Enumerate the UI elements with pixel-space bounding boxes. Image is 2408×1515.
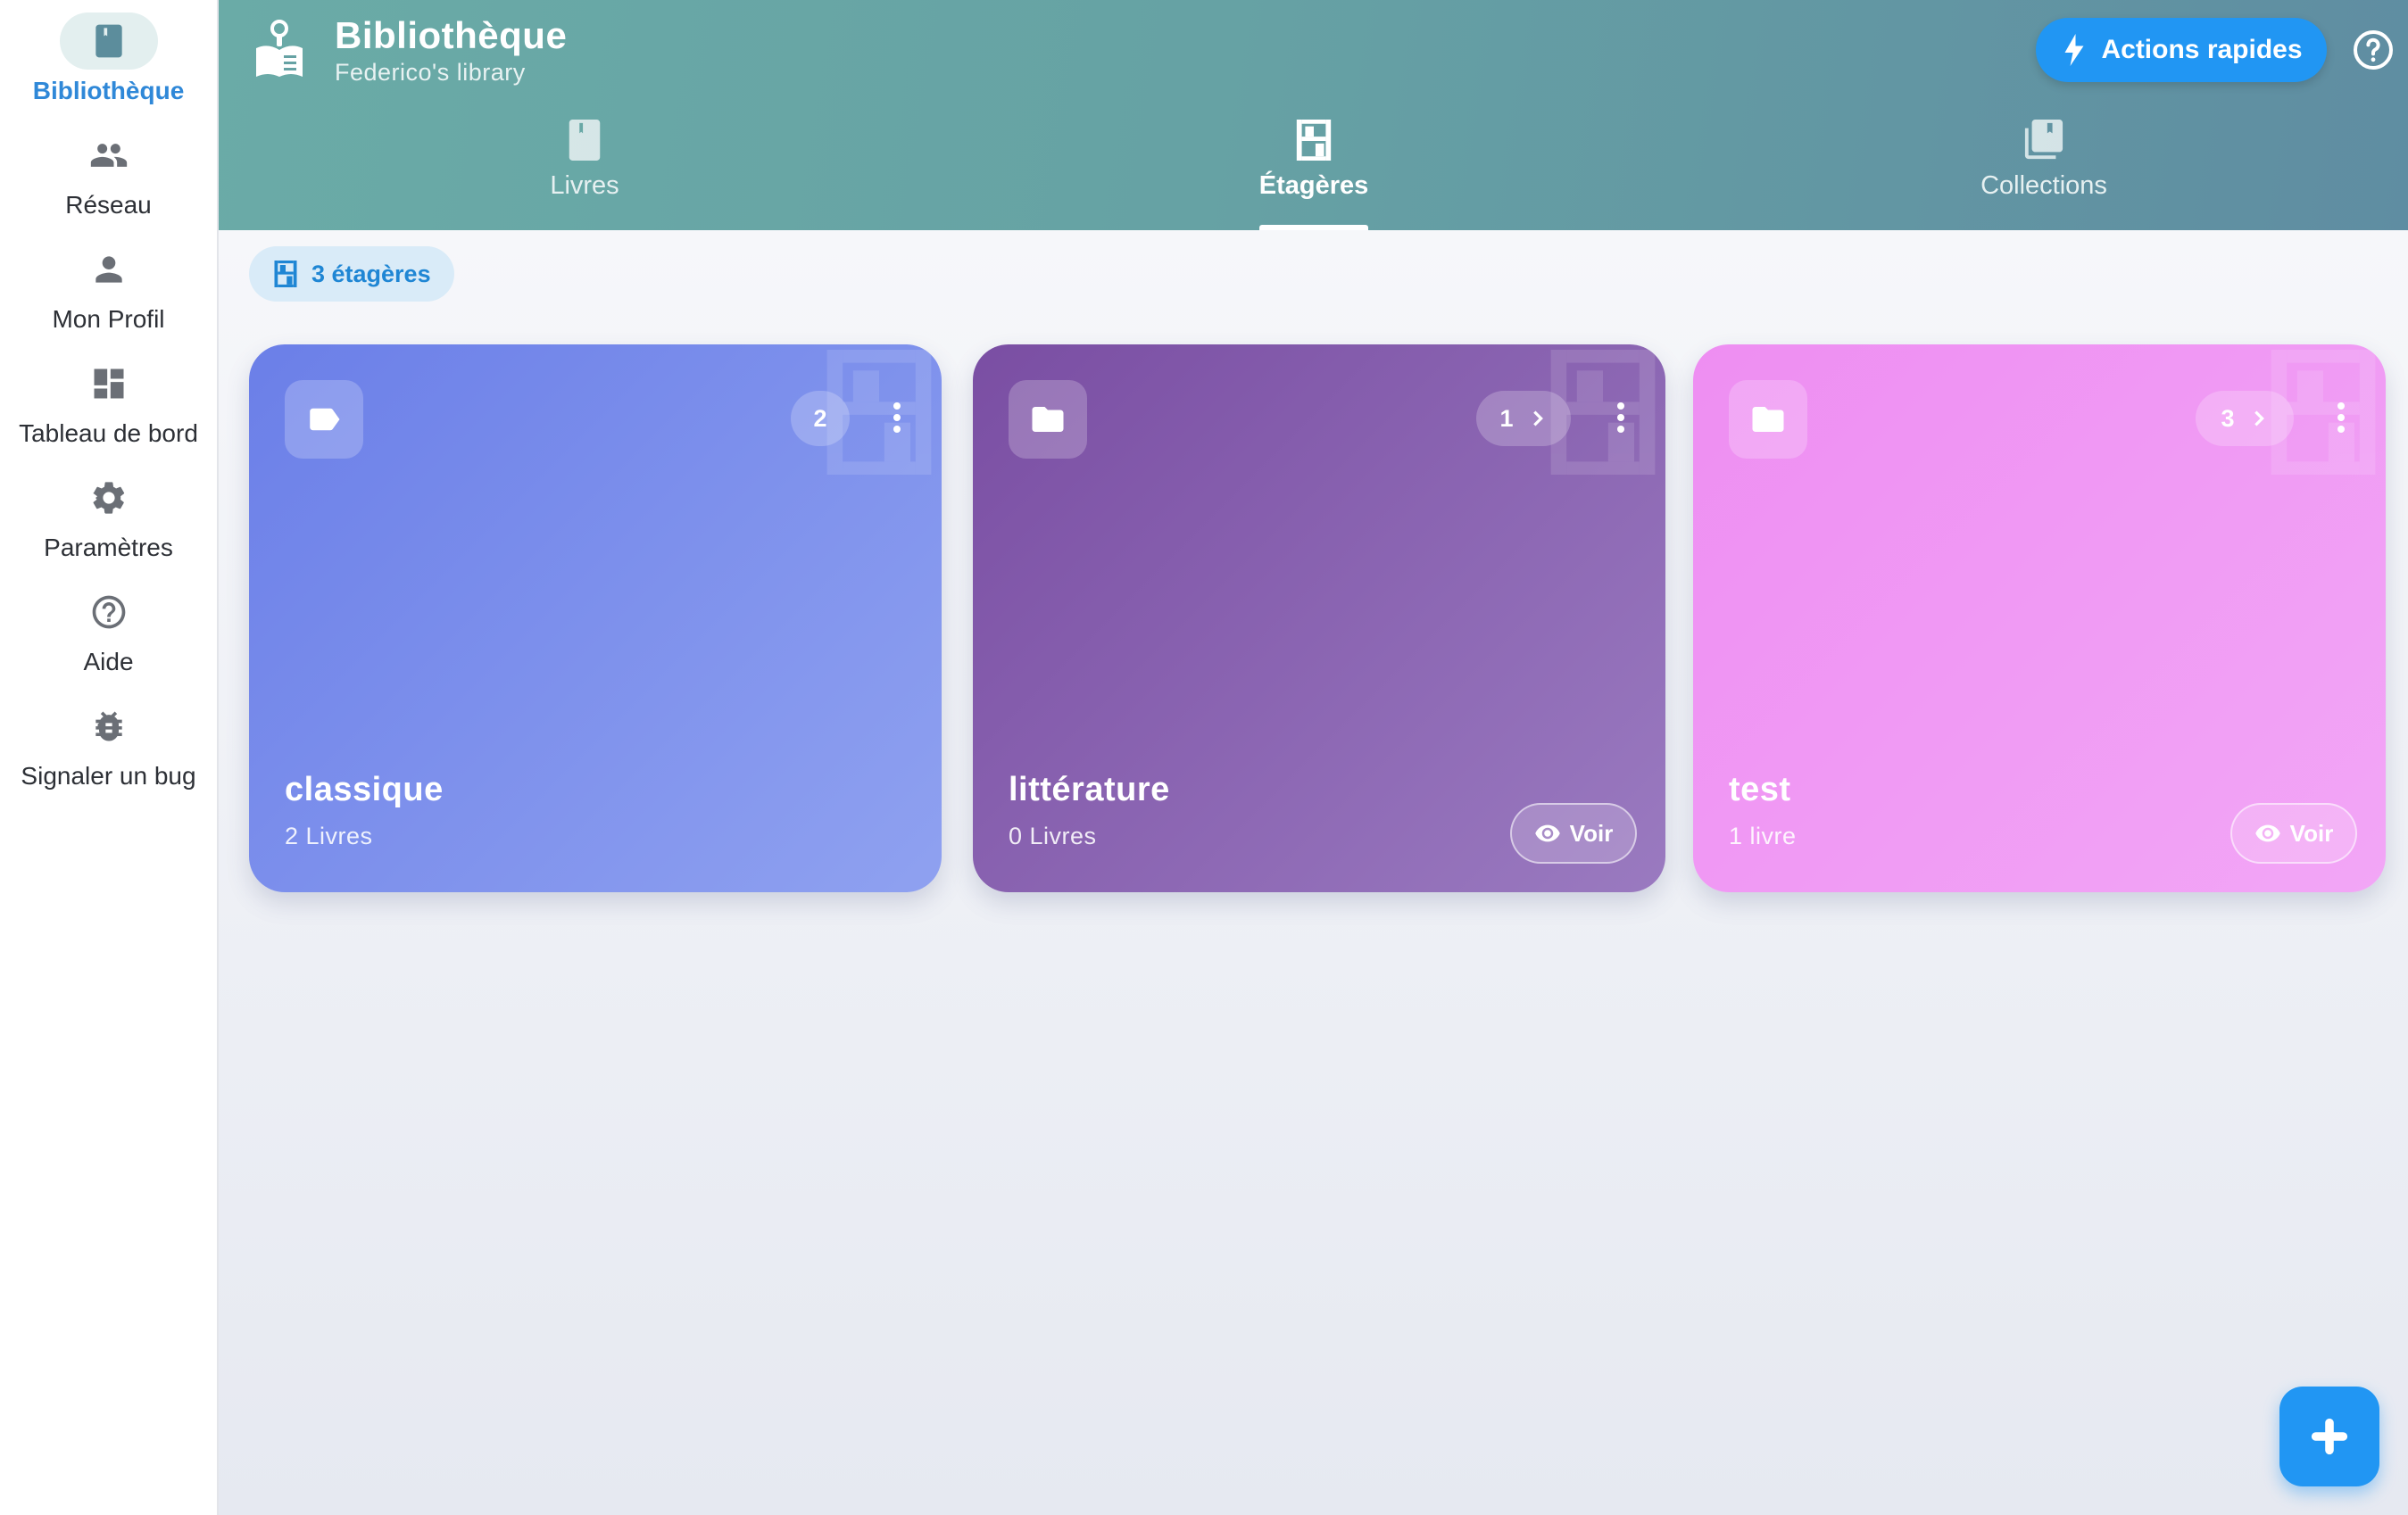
tab-label: Livres: [550, 171, 619, 200]
sidebar-item-mon-profil[interactable]: Mon Profil: [0, 241, 217, 334]
shelves-content: 3 étagères 2 classique 2 Livres 1 littér…: [219, 230, 2408, 1515]
sidebar-item-label: Signaler un bug: [21, 762, 196, 790]
dashboard-icon: [60, 355, 158, 412]
shelf-count-chip: 3 étagères: [249, 246, 454, 302]
sidebar-item-label: Mon Profil: [52, 305, 165, 333]
sidebar-item-parametres[interactable]: Paramètres: [0, 469, 217, 562]
view-shelf-button[interactable]: Voir: [2230, 803, 2357, 864]
shelf-title: classique: [285, 771, 444, 808]
sidebar-item-label: Tableau de bord: [19, 419, 198, 447]
more-options-icon[interactable]: [2332, 391, 2350, 444]
sidebar-item-tableau-de-bord[interactable]: Tableau de bord: [0, 355, 217, 448]
sidebar-item-signaler-un-bug[interactable]: Signaler un bug: [0, 698, 217, 791]
shelf-icon: [274, 261, 297, 287]
shelf-book-total: 1 livre: [1729, 823, 1797, 849]
plus-icon: [2311, 1418, 2348, 1455]
bug-icon: [60, 698, 158, 755]
tab-collections[interactable]: Collections: [1910, 118, 2178, 230]
bolt-icon: [2064, 34, 2084, 66]
tab-livres[interactable]: Livres: [451, 118, 718, 230]
collections-icon: [2024, 120, 2063, 160]
shelf-book-count-badge[interactable]: 3: [2196, 391, 2294, 446]
help-circle-icon: [2354, 30, 2393, 70]
sidebar-item-bibliotheque[interactable]: Bibliothèque: [0, 12, 217, 105]
chevron-right-icon: [1532, 410, 1543, 426]
view-shelf-label: Voir: [2289, 819, 2334, 847]
tab-label: Étagères: [1258, 171, 1369, 200]
book-icon: [59, 12, 158, 70]
folder-icon: [1009, 380, 1087, 459]
label-icon: [285, 380, 363, 459]
shelf-title: test: [1729, 771, 1791, 808]
shelf-book-total: 2 Livres: [285, 823, 373, 849]
gear-icon: [60, 469, 158, 526]
shelf-icon: [1296, 120, 1332, 161]
shelf-book-total: 0 Livres: [1009, 823, 1097, 849]
eye-icon: [2254, 824, 2280, 842]
more-options-icon[interactable]: [888, 391, 906, 444]
shelf-card[interactable]: 3 test 1 livre Voir: [1693, 344, 2386, 892]
shelf-book-count-badge[interactable]: 2: [791, 391, 850, 446]
view-shelf-button[interactable]: Voir: [1510, 803, 1637, 864]
quick-actions-label: Actions rapides: [2101, 35, 2303, 64]
shelf-title: littérature: [1009, 771, 1170, 808]
shelf-count-label: 3 étagères: [311, 260, 431, 287]
library-owner-subtitle: Federico's library: [335, 59, 526, 86]
app-header: Bibliothèque Federico's library Actions …: [219, 0, 2408, 230]
sidebar-item-label: Paramètres: [44, 534, 173, 561]
chevron-right-icon: [2254, 410, 2264, 426]
shelf-book-count: 3: [2221, 404, 2235, 432]
person-icon: [60, 241, 158, 298]
page-title: Bibliothèque: [335, 14, 568, 56]
shelf-card[interactable]: 1 littérature 0 Livres Voir: [973, 344, 1665, 892]
quick-actions-button[interactable]: Actions rapides: [2036, 18, 2327, 82]
sidebar-item-label: Bibliothèque: [32, 77, 185, 104]
sidebar-item-label: Aide: [83, 648, 134, 675]
help-circle-icon: [60, 584, 158, 641]
shelf-book-count-badge[interactable]: 1: [1476, 391, 1571, 446]
library-reader-icon: [253, 18, 306, 80]
eye-icon: [1534, 824, 1560, 842]
book-icon: [569, 120, 601, 161]
shelf-book-count: 1: [1499, 404, 1514, 432]
view-shelf-label: Voir: [1569, 819, 1614, 847]
more-options-icon[interactable]: [1612, 391, 1630, 444]
help-button[interactable]: [2352, 29, 2395, 71]
shelf-card[interactable]: 2 classique 2 Livres: [249, 344, 942, 892]
sidebar-item-aide[interactable]: Aide: [0, 584, 217, 676]
folder-icon: [1729, 380, 1807, 459]
add-shelf-button[interactable]: [2279, 1387, 2379, 1486]
sidebar-item-reseau[interactable]: Réseau: [0, 127, 217, 219]
tab-label: Collections: [1980, 171, 2107, 200]
sidebar: Bibliothèque Réseau Mon Profil Tableau d…: [0, 0, 219, 1515]
people-icon: [60, 127, 158, 184]
sidebar-item-label: Réseau: [65, 191, 152, 219]
tab-etageres[interactable]: Étagères: [1180, 118, 1448, 230]
shelf-book-count: 2: [813, 404, 827, 432]
